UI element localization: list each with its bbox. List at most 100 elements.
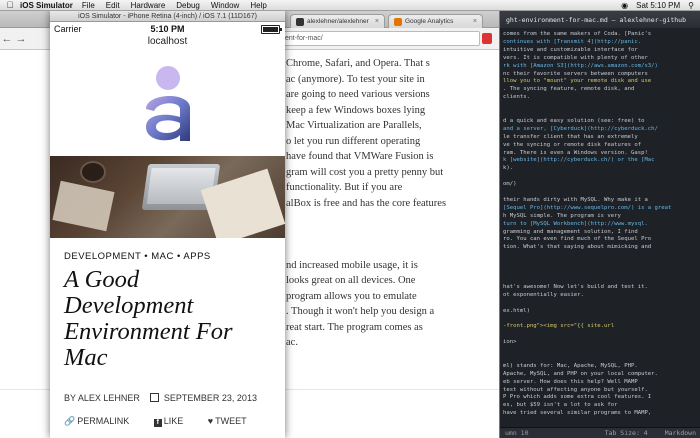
article-line: gram will cost you a pretty penny but [286, 166, 444, 178]
back-icon[interactable]: ← [0, 33, 14, 45]
editor-line: gramming and management solution, I find [503, 228, 638, 235]
post-categories[interactable]: DEVELOPMENT • MAC • APPS [64, 251, 211, 262]
battery-icon [261, 25, 282, 34]
status-tab-size[interactable]: Tab Size: 4 [605, 429, 648, 437]
post-meta: BY ALEX LEHNER SEPTEMBER 23, 2013 [64, 393, 257, 403]
browser-tab-analytics[interactable]: Google Analytics × [388, 14, 483, 28]
article-line: looks great on all devices. One [286, 275, 416, 286]
text-editor-window: ght-environment-for-mac.md — alexlehner-… [500, 11, 700, 438]
editor-line: ro. You can even find much of the Sequel… [503, 236, 652, 243]
article-line: have found that VMWare Fusion is [286, 151, 434, 162]
article-line: nd increased mobile usage, it is [286, 259, 418, 271]
editor-line: ml) stands for: Mac, Apache, MySQL, PHP. [503, 362, 638, 369]
menu-hardware[interactable]: Hardware [131, 1, 166, 10]
editor-line: Apache, MySQL, and PHP on your local com… [503, 370, 658, 377]
editor-line: ram. There is even a Windows version. Ga… [503, 149, 648, 156]
editor-line: P Pro which adds some extra cool feature… [503, 394, 652, 401]
simulator-title: iOS Simulator - iPhone Retina (4-inch) /… [50, 11, 285, 22]
safari-url[interactable]: localhost [50, 36, 285, 47]
post-title[interactable]: A Good Development Environment For Mac [64, 267, 274, 371]
article-line: Chrome, Safari, and Opera. That s [286, 58, 430, 69]
post-date: SEPTEMBER 23, 2013 [163, 393, 257, 403]
editor-line: -front.png"><img src="{{ site.url [503, 323, 615, 330]
github-icon [296, 17, 304, 26]
editor-tabs-row [500, 11, 700, 28]
post-author[interactable]: BY ALEX LEHNER [64, 393, 140, 403]
editor-line: tion. What's that saying about mimicking… [503, 244, 652, 251]
status-syntax-mode[interactable]: Markdown [665, 429, 696, 437]
editor-line: vers. It is compatible with plenty of ot… [503, 54, 648, 61]
tab-label: Google Analytics [405, 18, 454, 25]
menu-bar:  iOS Simulator File Edit Hardware Debug… [0, 0, 700, 11]
share-links: 🔗 PERMALINK f LIKE ♥ TWEET [64, 416, 269, 427]
editor-line: test without affecting anyone but yourse… [503, 386, 648, 393]
menu-window[interactable]: Window [211, 1, 239, 10]
editor-line: ion> [503, 339, 517, 346]
like-link[interactable]: f LIKE [153, 416, 195, 427]
editor-line: turn to [MySQL Workbench](http://www.mys… [503, 220, 648, 227]
wifi-icon[interactable]: ◉ [621, 1, 628, 10]
editor-line: rk with [Amazon S3](http://aws.amazon.co… [503, 62, 658, 69]
editor-line: k [website](http://cyberduck.ch/) or the… [503, 157, 655, 164]
editor-line: nc their favorite servers between comput… [503, 70, 648, 77]
coffee-cup-shape [80, 161, 106, 183]
article-line: ac. [286, 337, 298, 348]
close-icon[interactable]: × [473, 18, 477, 25]
article-line: o let you run different operating [286, 135, 421, 147]
extension-icon[interactable] [482, 33, 492, 44]
menu-file[interactable]: File [82, 1, 95, 10]
ios-simulator-window: iOS Simulator - iPhone Retina (4-inch) /… [50, 11, 285, 438]
like-label: LIKE [163, 416, 184, 426]
editor-line: ve the syncing or remote disk features o… [503, 141, 642, 148]
article-line: alBox is free and has the core features [286, 197, 447, 209]
browser-tab-github[interactable]: alexlehner/alexlehner × [290, 14, 385, 28]
apple-icon[interactable]:  [0, 0, 20, 10]
editor-line: eb server. How does this help? Well MAMP [503, 378, 638, 385]
link-icon: 🔗 [64, 416, 76, 426]
editor-line: their hands dirty with MySQL. Why make i… [503, 196, 648, 203]
editor-line: ex.html) [503, 307, 530, 314]
editor-line: intuitive and customizable interface for [503, 46, 638, 53]
calendar-icon [150, 393, 160, 402]
editor-line: d a quick and easy solution (see: free) … [503, 117, 645, 124]
extension-icons [482, 33, 494, 44]
permalink-link[interactable]: 🔗 PERMALINK [64, 416, 140, 426]
desktop: { "menubar": { "app": "iOS Simulator", "… [0, 0, 700, 438]
search-icon[interactable]: ⚲ [688, 1, 694, 10]
editor-status-bar: umn 10 Tab Size: 4 Markdown [500, 427, 700, 438]
clock[interactable]: Sat 5:10 PM [636, 1, 680, 10]
editor-line: clients. [503, 94, 530, 101]
menu-help[interactable]: Help [250, 1, 266, 10]
twitter-icon: ♥ [207, 416, 214, 426]
forward-icon[interactable]: → [14, 33, 28, 45]
menu-debug[interactable]: Debug [176, 1, 200, 10]
article-line: program allows you to emulate [286, 290, 417, 302]
article-line: . Though it won't help you design a [286, 306, 435, 317]
menu-edit[interactable]: Edit [106, 1, 120, 10]
status-position: umn 10 [505, 429, 529, 437]
facebook-icon: f [153, 419, 162, 427]
address-bar[interactable]: ent-for-mac/ [280, 31, 480, 46]
editor-line: . The syncing feature, remote disk, and [503, 86, 635, 93]
editor-line: and a server, [Cyberduck](http://cyberdu… [503, 125, 658, 132]
editor-line: continues with [Transmit 4](http://panic… [503, 38, 642, 45]
article-line: Mac Virtualization are Parallels, [286, 120, 422, 131]
tweet-link[interactable]: ♥ TWEET [208, 416, 258, 426]
editor-line: om/) [503, 181, 517, 188]
analytics-icon [394, 17, 402, 26]
menu-app-name[interactable]: iOS Simulator [20, 1, 73, 10]
article-line: ac (anymore). To test your site in [286, 73, 425, 85]
editor-line: [Sequel Pro](http://www.sequelpro.com/) … [503, 204, 672, 211]
editor-line: es, but $59 isn't a lot to ask for [503, 402, 618, 409]
editor-line: ot exponentially easier. [503, 291, 584, 298]
tab-label: alexlehner/alexlehner [307, 18, 369, 25]
article-line: functionality. But if you are [286, 182, 403, 193]
hero-image [50, 156, 285, 238]
editor-line: have tried several similar programs to M… [503, 410, 652, 417]
site-logo[interactable] [138, 63, 198, 143]
close-icon[interactable]: × [375, 18, 379, 25]
tweet-label: TWEET [215, 416, 247, 426]
editor-line: le transfer client that has an extremely [503, 133, 638, 140]
menu-extras: ◉ Sat 5:10 PM ⚲ [613, 0, 700, 11]
editor-line: hat's awesome! Now let's build and test … [503, 283, 648, 290]
